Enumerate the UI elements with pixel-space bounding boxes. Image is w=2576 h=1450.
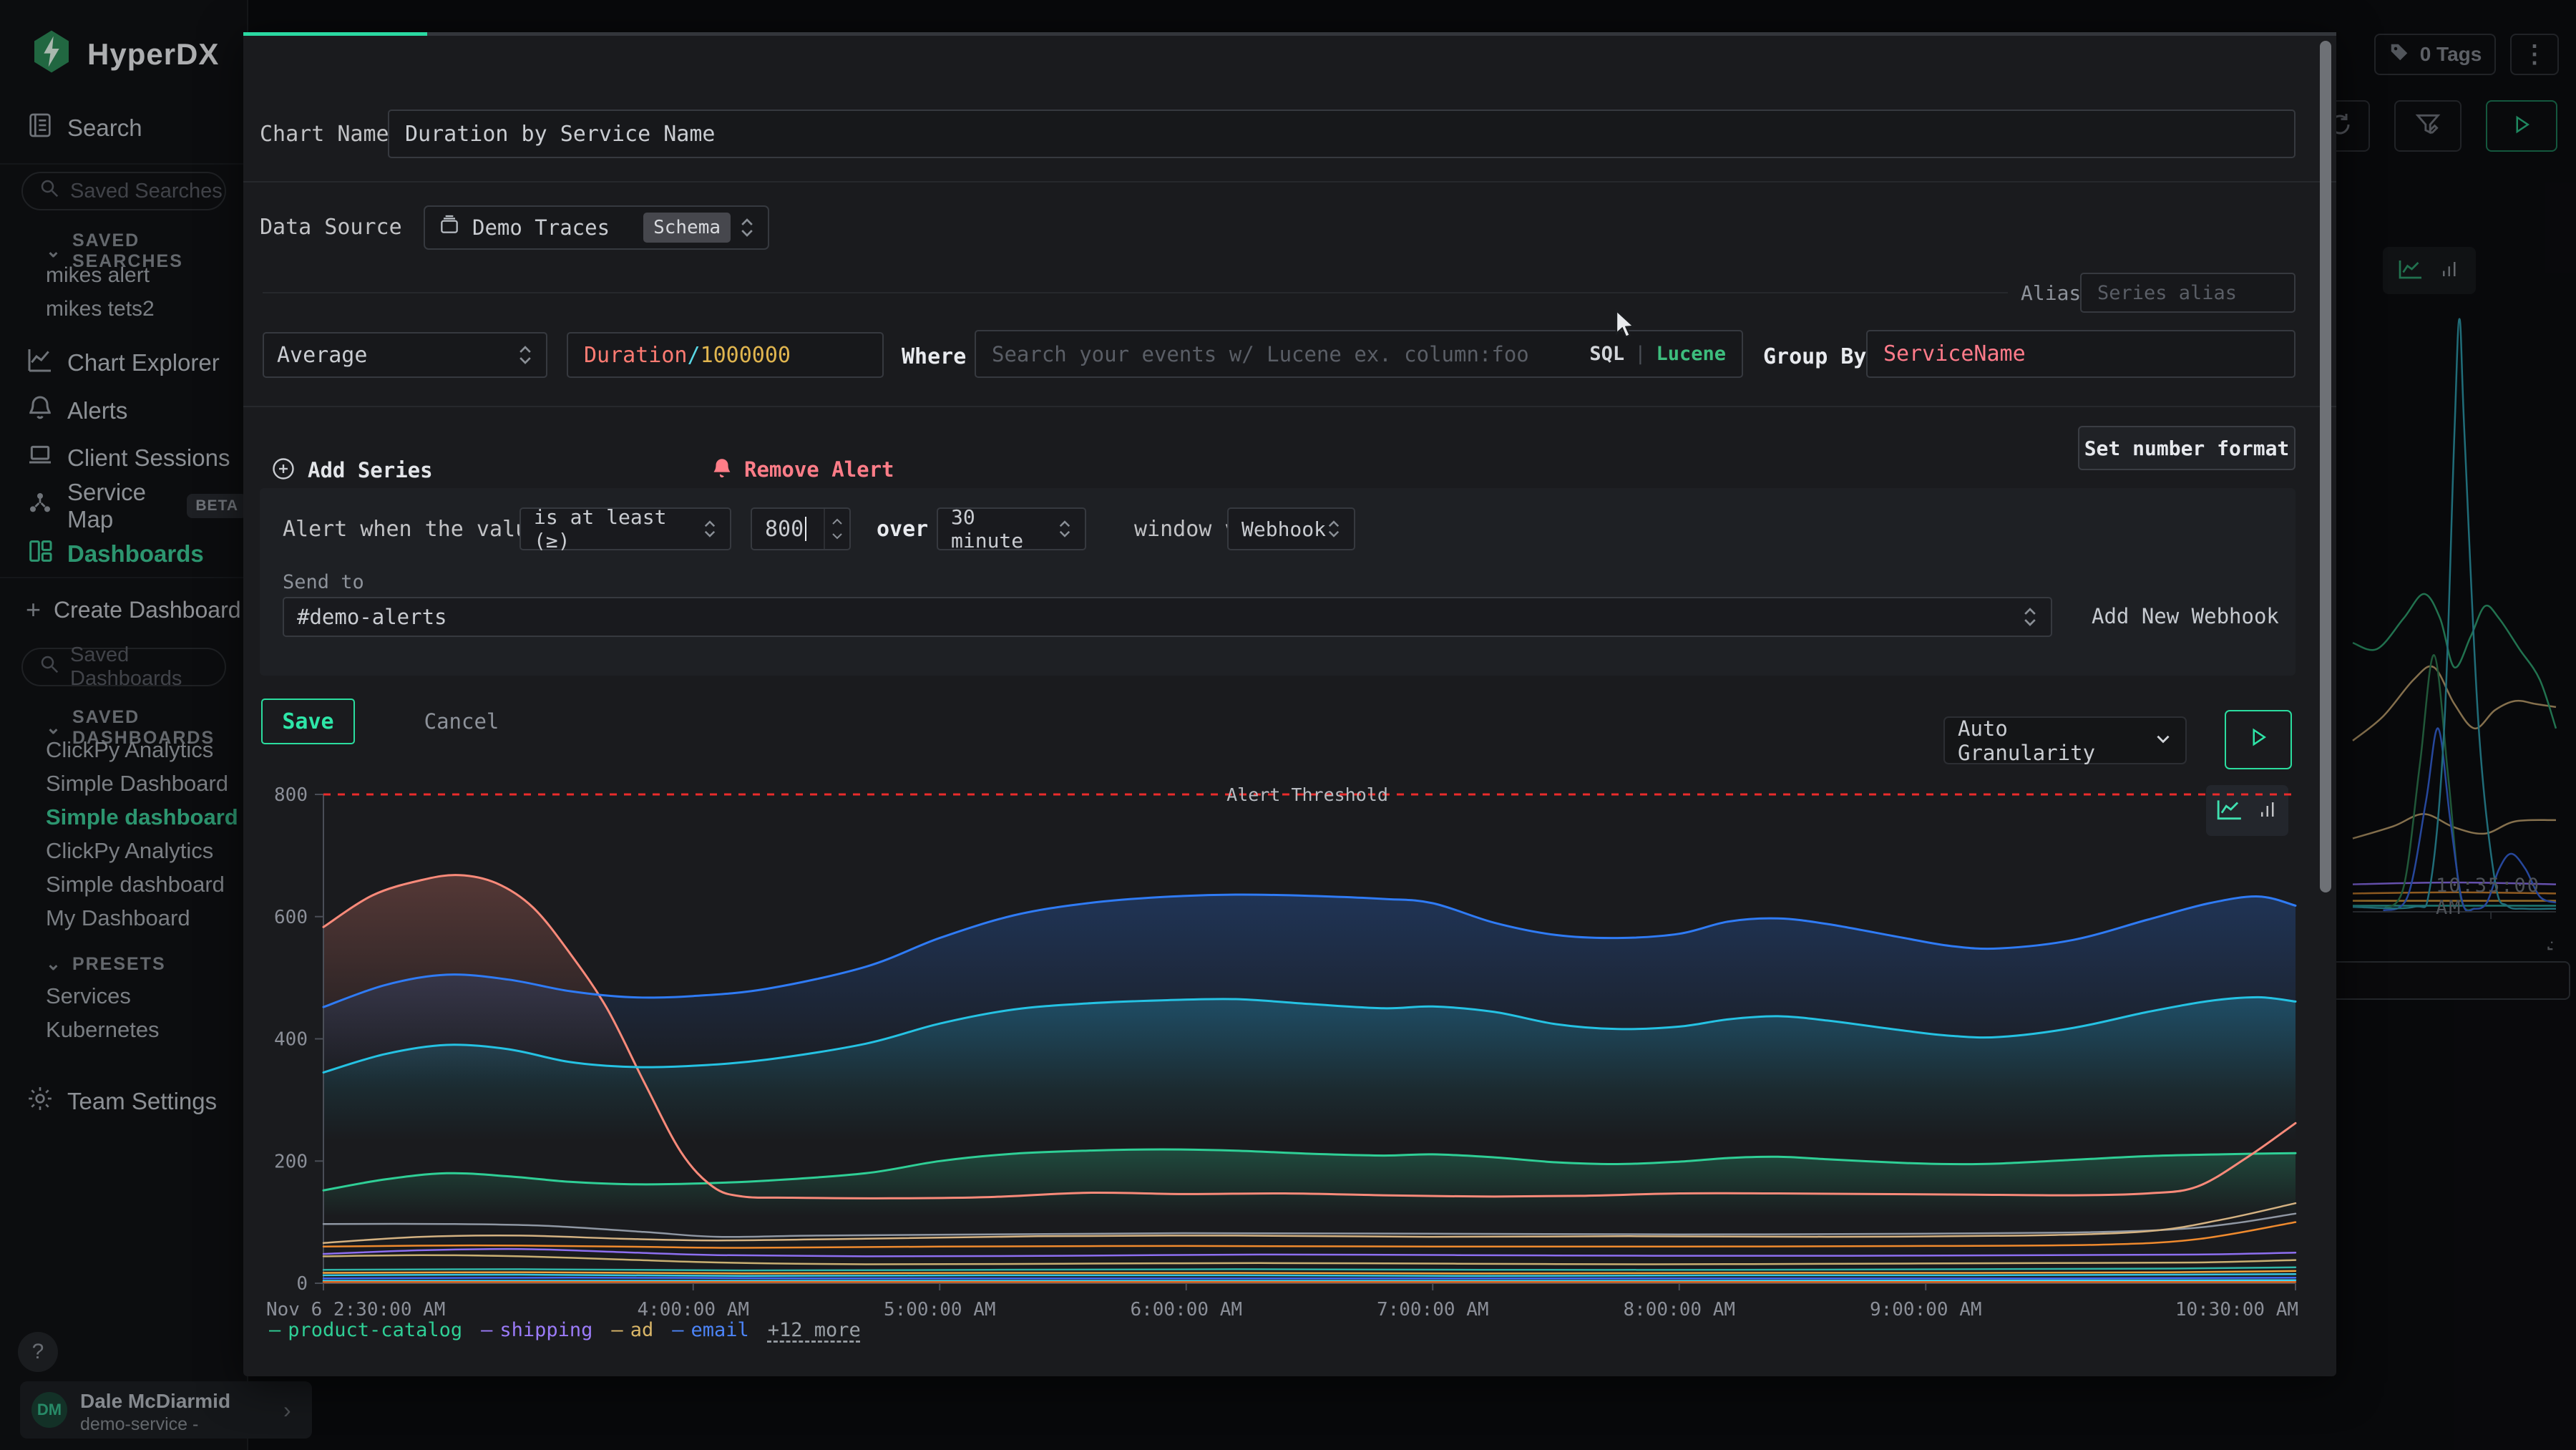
play-icon xyxy=(2248,726,2269,754)
divider xyxy=(243,181,2336,183)
save-button[interactable]: Save xyxy=(261,699,355,744)
alert-bell-icon xyxy=(710,456,734,483)
select-chevrons-icon xyxy=(1327,519,1341,539)
lucene-mode-button[interactable]: Lucene xyxy=(1656,343,1726,365)
mouse-cursor xyxy=(1614,309,1642,344)
svg-text:6:00:00 AM: 6:00:00 AM xyxy=(1130,1299,1242,1317)
svg-text:800: 800 xyxy=(274,784,308,806)
where-label: Where xyxy=(902,344,966,369)
plus-circle-icon xyxy=(270,456,296,485)
svg-text:Alert Threshold: Alert Threshold xyxy=(1226,784,1388,805)
alert-config-panel: Alert when the value is at least (≥) 800… xyxy=(260,488,2296,676)
select-chevrons-icon xyxy=(739,217,755,238)
svg-text:4:00:00 AM: 4:00:00 AM xyxy=(637,1299,749,1317)
svg-text:Nov 6 2:30:00 AM: Nov 6 2:30:00 AM xyxy=(266,1299,445,1317)
text-caret xyxy=(805,517,806,541)
svg-text:200: 200 xyxy=(274,1151,308,1172)
select-chevrons-icon xyxy=(517,344,533,366)
svg-text:9:00:00 AM: 9:00:00 AM xyxy=(1870,1299,1982,1317)
archive-icon xyxy=(438,213,461,242)
legend-more-button[interactable]: +12 more xyxy=(768,1319,861,1341)
over-label: over xyxy=(877,517,928,542)
alias-label: Alias xyxy=(2021,281,2081,305)
number-spinner[interactable] xyxy=(824,509,849,549)
chart-name-label: Chart Name xyxy=(260,122,389,147)
svg-text:10:30:00 AM: 10:30:00 AM xyxy=(2175,1299,2298,1317)
alert-prefix-label: Alert when the value xyxy=(283,517,541,542)
set-number-format-button[interactable]: Set number format xyxy=(2078,426,2296,470)
group-by-input[interactable]: ServiceName xyxy=(1866,330,2296,378)
alert-threshold-input[interactable]: 800 xyxy=(751,507,851,550)
svg-text:600: 600 xyxy=(274,907,308,928)
alert-window-select[interactable]: 30 minute xyxy=(937,507,1086,550)
webhook-select[interactable]: #demo-alerts xyxy=(283,597,2052,637)
granularity-select[interactable]: Auto Granularity xyxy=(1943,716,2187,764)
group-by-label: Group By xyxy=(1763,344,1867,369)
data-source-label: Data Source xyxy=(260,215,402,240)
schema-badge: Schema xyxy=(643,213,731,243)
run-chart-button[interactable] xyxy=(2225,710,2292,769)
aggregation-select[interactable]: Average xyxy=(263,332,547,378)
select-chevrons-icon xyxy=(1058,519,1072,539)
alert-channel-select[interactable]: Webhook xyxy=(1227,507,1355,550)
sql-mode-button[interactable]: SQL xyxy=(1589,343,1624,365)
svg-text:8:00:00 AM: 8:00:00 AM xyxy=(1623,1299,1735,1317)
field-expression-input[interactable]: Duration/1000000 xyxy=(567,332,884,378)
chevron-down-icon xyxy=(2154,729,2172,753)
legend-item[interactable]: —product-catalog xyxy=(269,1319,462,1341)
modal-accent-bar xyxy=(243,32,2336,36)
svg-text:400: 400 xyxy=(274,1029,308,1051)
svg-text:5:00:00 AM: 5:00:00 AM xyxy=(884,1299,996,1317)
modal-scrollbar[interactable] xyxy=(2320,41,2331,1368)
add-new-webhook-button[interactable]: Add New Webhook xyxy=(2092,604,2279,628)
remove-alert-button[interactable]: Remove Alert xyxy=(710,456,894,483)
legend-item[interactable]: —email xyxy=(672,1319,749,1341)
divider xyxy=(243,406,2336,407)
chart-name-input[interactable]: Duration by Service Name xyxy=(388,110,2296,158)
timeseries-chart[interactable]: 0 200 400 600 800 Nov 6 2:30:00 AM 4:00:00 AM 5… xyxy=(258,780,2318,1317)
add-series-button[interactable]: Add Series xyxy=(270,456,433,485)
data-source-select[interactable]: Demo Traces Schema xyxy=(424,205,769,250)
legend-item[interactable]: —shipping xyxy=(481,1319,592,1341)
chart-legend: —product-catalog —shipping —ad —email +1… xyxy=(269,1319,861,1341)
scrollbar-thumb[interactable] xyxy=(2320,41,2331,892)
alias-input[interactable]: Series alias xyxy=(2080,273,2296,313)
svg-text:7:00:00 AM: 7:00:00 AM xyxy=(1377,1299,1489,1317)
cancel-button[interactable]: Cancel xyxy=(404,699,519,744)
svg-text:0: 0 xyxy=(296,1273,308,1295)
select-chevrons-icon xyxy=(703,519,717,539)
legend-item[interactable]: —ad xyxy=(611,1319,653,1341)
divider xyxy=(263,292,2008,293)
send-to-label: Send to xyxy=(283,571,364,593)
edit-chart-modal: Chart Name Duration by Service Name Data… xyxy=(243,32,2336,1376)
alert-operator-select[interactable]: is at least (≥) xyxy=(519,507,731,550)
select-chevrons-icon xyxy=(2022,606,2038,628)
app-screen: HyperDX Search Saved Searches ⌄ SAVED SE… xyxy=(0,0,2576,1450)
